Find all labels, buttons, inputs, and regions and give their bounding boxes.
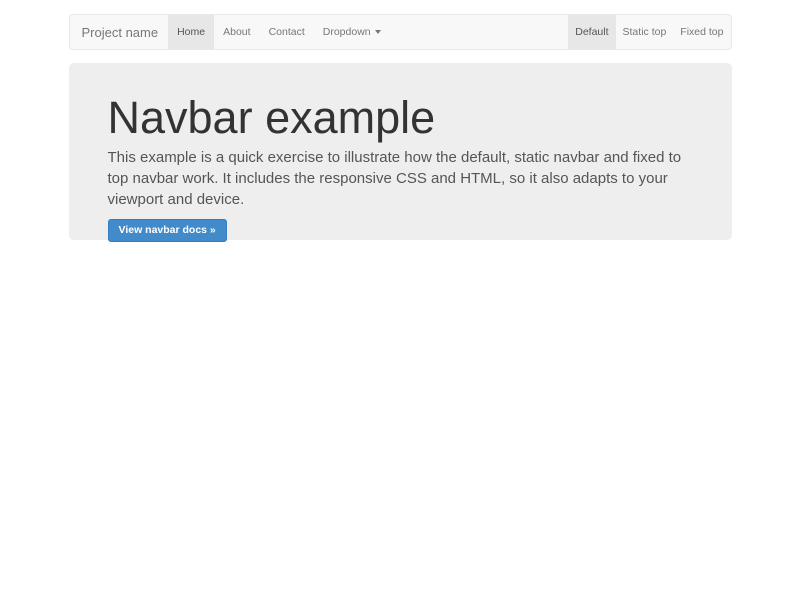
nav-item-default-label: Default bbox=[575, 26, 608, 38]
nav-item-default[interactable]: Default bbox=[568, 15, 615, 49]
nav-item-fixed-top-label: Fixed top bbox=[680, 26, 723, 38]
view-navbar-docs-button[interactable]: View navbar docs » bbox=[108, 219, 227, 242]
nav-item-contact-label: Contact bbox=[269, 26, 305, 38]
navbar: Project name Home About Contact Dropdown… bbox=[69, 14, 732, 50]
jumbotron-description: This example is a quick exercise to illu… bbox=[108, 147, 693, 210]
page: Project name Home About Contact Dropdown… bbox=[0, 0, 800, 600]
nav-item-home-label: Home bbox=[177, 26, 205, 38]
navbar-brand[interactable]: Project name bbox=[70, 15, 169, 49]
caret-down-icon bbox=[375, 30, 381, 34]
nav-item-dropdown[interactable]: Dropdown bbox=[314, 15, 390, 49]
nav-item-about-label: About bbox=[223, 26, 250, 38]
nav-item-static-top[interactable]: Static top bbox=[616, 15, 674, 49]
jumbotron: Navbar example This example is a quick e… bbox=[69, 63, 732, 240]
page-title: Navbar example bbox=[108, 95, 693, 140]
navbar-nav-right: Default Static top Fixed top bbox=[568, 15, 730, 49]
nav-item-home[interactable]: Home bbox=[168, 15, 214, 49]
nav-item-about[interactable]: About bbox=[214, 15, 259, 49]
nav-item-dropdown-label: Dropdown bbox=[323, 26, 371, 38]
nav-item-fixed-top[interactable]: Fixed top bbox=[673, 15, 730, 49]
navbar-nav-left: Home About Contact Dropdown bbox=[168, 15, 390, 49]
nav-item-contact[interactable]: Contact bbox=[260, 15, 314, 49]
nav-item-static-top-label: Static top bbox=[623, 26, 667, 38]
